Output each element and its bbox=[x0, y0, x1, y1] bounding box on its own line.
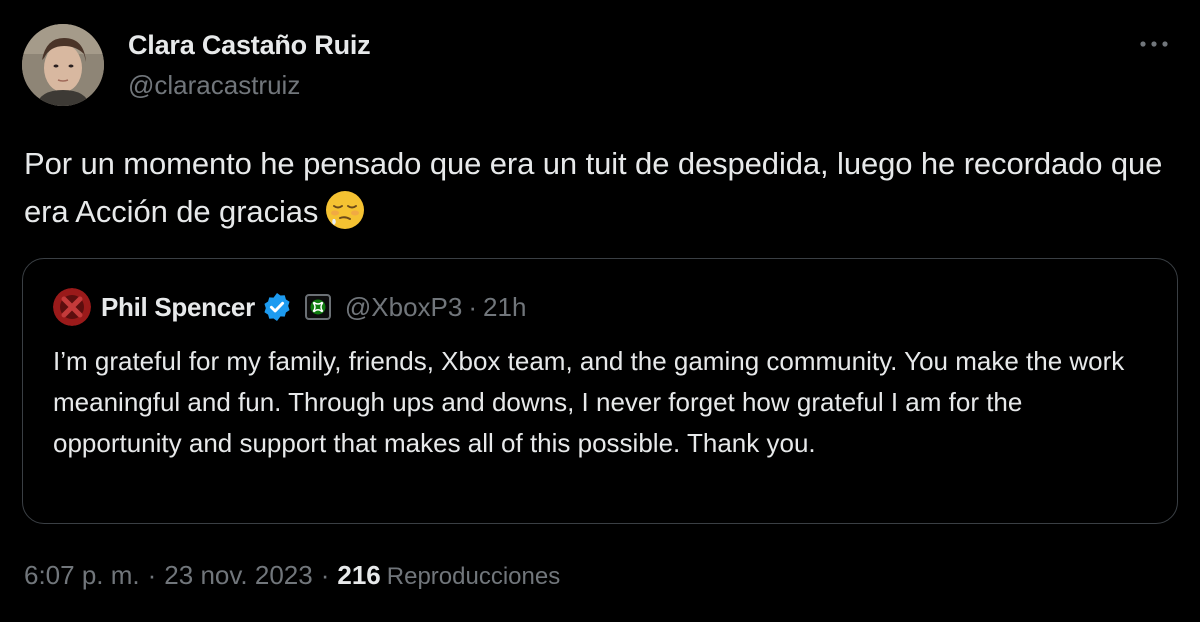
tweet-time[interactable]: 6:07 p. m. bbox=[24, 560, 140, 591]
tweet-header: Clara Castaño Ruiz @claracastruiz bbox=[22, 24, 371, 106]
author-display-name[interactable]: Clara Castaño Ruiz bbox=[128, 28, 371, 62]
views-count: 216 bbox=[337, 560, 381, 590]
tweet-date[interactable]: 23 nov. 2023 bbox=[164, 560, 312, 591]
avatar[interactable] bbox=[22, 24, 104, 106]
verified-badge-icon bbox=[261, 291, 293, 323]
quoted-tweet-header: Phil Spencer @XboxP3 · 21h bbox=[53, 287, 526, 327]
tweet-text: Por un momento he pensado que era un tui… bbox=[24, 140, 1164, 236]
more-options-icon[interactable] bbox=[1134, 30, 1174, 58]
quoted-tweet-text: I’m grateful for my family, friends, Xbo… bbox=[53, 346, 1125, 458]
meta-separator: · bbox=[147, 560, 157, 590]
quoted-separator: · bbox=[468, 291, 478, 322]
relieved-face-emoji bbox=[324, 189, 366, 231]
tweet-meta: 6:07 p. m. · 23 nov. 2023 · 216 Reproduc… bbox=[24, 560, 560, 596]
author-names: Clara Castaño Ruiz @claracastruiz bbox=[128, 24, 371, 106]
views-label: Reproducciones bbox=[386, 563, 561, 590]
tweet-text-content: Por un momento he pensado que era un tui… bbox=[24, 146, 1163, 229]
quoted-display-name[interactable]: Phil Spencer bbox=[101, 292, 255, 323]
quoted-handle[interactable]: @XboxP3 bbox=[345, 292, 462, 323]
meta-separator: · bbox=[320, 560, 330, 590]
author-handle[interactable]: @claracastruiz bbox=[128, 68, 370, 102]
xbox-affiliate-icon[interactable] bbox=[304, 294, 331, 320]
quoted-avatar[interactable] bbox=[53, 288, 91, 326]
tweet-card: Clara Castaño Ruiz @claracastruiz Por un… bbox=[0, 0, 1200, 622]
quoted-tweet[interactable]: Phil Spencer @XboxP3 · 21h I’m grateful … bbox=[22, 258, 1178, 524]
quoted-timestamp[interactable]: 21h bbox=[483, 292, 526, 323]
